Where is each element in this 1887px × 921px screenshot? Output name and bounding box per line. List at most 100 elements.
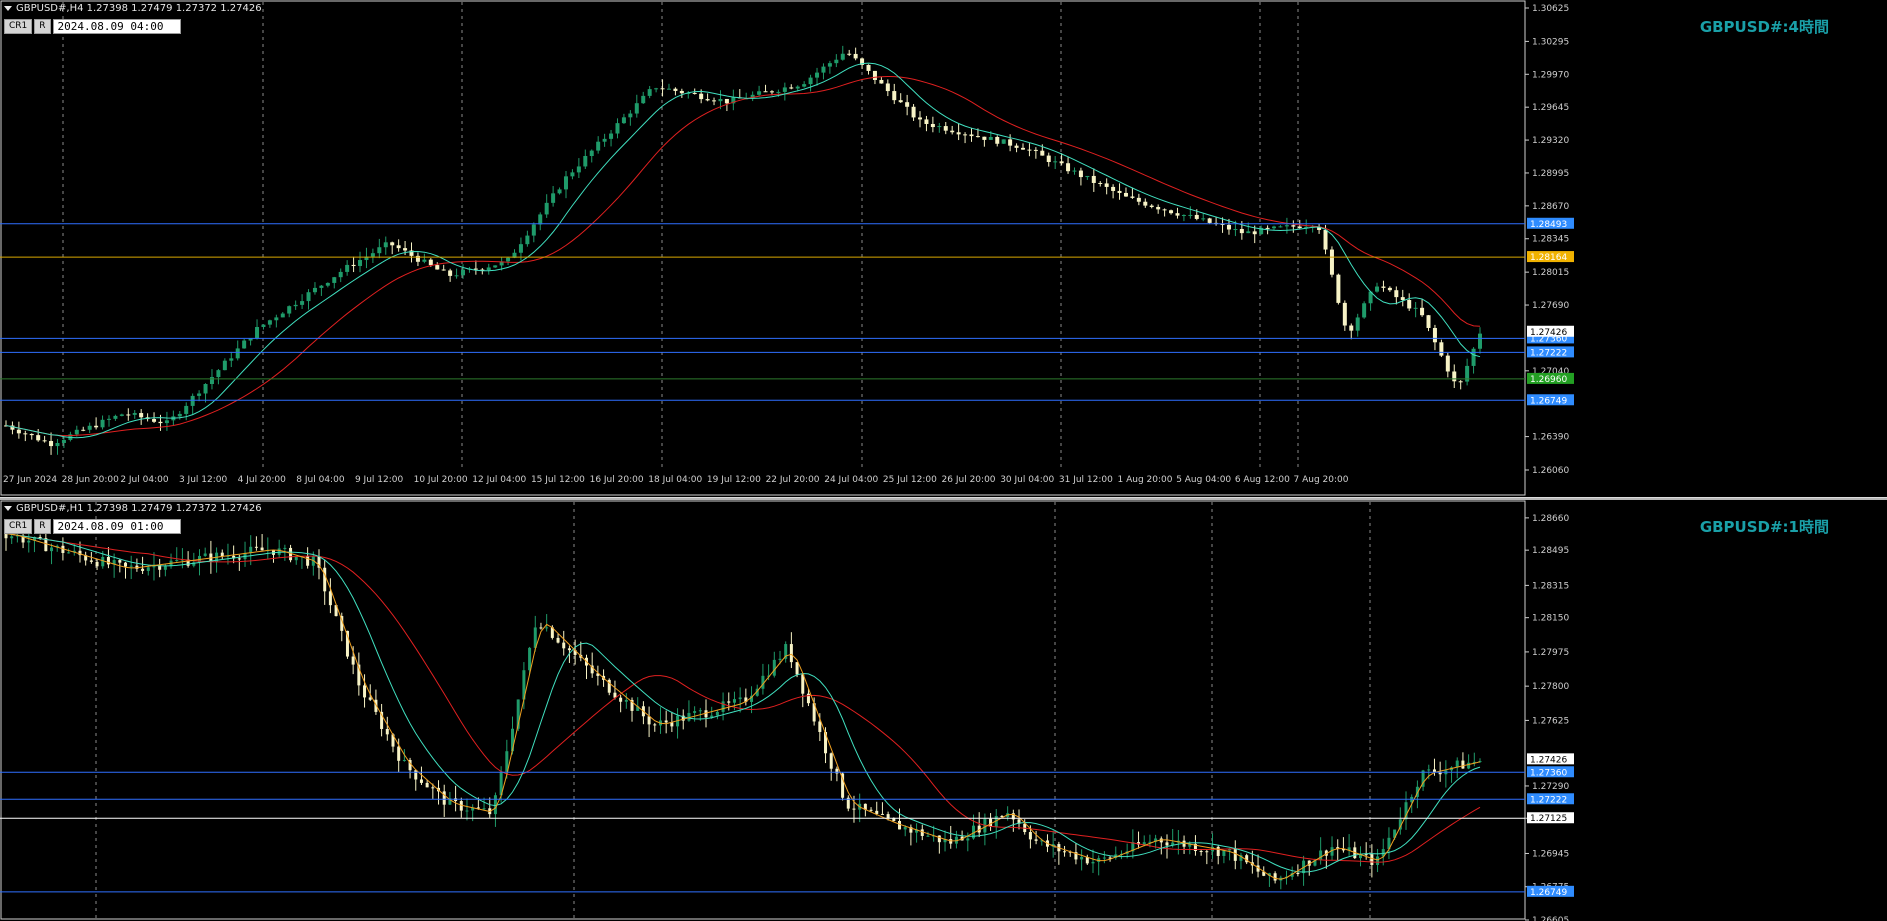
candle-body: [222, 360, 227, 371]
price-axis-label: 1.26605: [1532, 916, 1569, 921]
candle-body: [757, 91, 762, 95]
candle-body: [397, 746, 401, 761]
candle-body: [1426, 315, 1431, 328]
time-axis-label: 19 Jul 12:00: [707, 475, 761, 485]
candle-body: [441, 269, 446, 271]
candle-body: [1273, 873, 1277, 881]
candle-body: [937, 835, 941, 843]
candle-body: [283, 547, 287, 549]
candle-body: [1169, 210, 1174, 214]
h1-ohlc-text: GBPUSD#,H1 1.27398 1.27479 1.27372 1.274…: [16, 503, 262, 514]
candle-body: [840, 53, 845, 60]
candle-body: [1162, 209, 1167, 211]
price-level-tag-label: 1.26960: [1530, 375, 1567, 385]
time-box[interactable]: 2024.08.09 01:00: [52, 519, 181, 534]
candle-body: [403, 248, 408, 251]
candle-body: [1319, 850, 1323, 861]
candle-body: [1355, 317, 1360, 331]
candle-body: [772, 659, 776, 676]
time-axis-label: 2 Jul 04:00: [120, 475, 169, 485]
candle-body: [10, 536, 14, 539]
time-axis-label: 3 Jul 12:00: [179, 475, 228, 485]
candle-body: [1205, 851, 1209, 853]
candle-body: [653, 724, 657, 726]
h1-chart-header: GBPUSD#,H1 1.27398 1.27479 1.27372 1.274…: [4, 503, 262, 514]
h4-chart-canvas[interactable]: 1.30625 1.30295 1.29970 1.29645 1.29320 1.289…: [0, 0, 1887, 497]
candle-body: [1233, 848, 1237, 861]
candle-body: [815, 72, 820, 78]
candle-body: [1239, 229, 1244, 234]
candle-body: [158, 421, 163, 424]
dropdown-triangle-icon[interactable]: [4, 5, 12, 11]
candle-body: [1452, 371, 1457, 382]
candle-body: [1329, 249, 1334, 275]
candle-body: [1091, 861, 1095, 864]
time-axis-label: 15 Jul 12:00: [531, 475, 585, 485]
candle-body: [852, 808, 856, 810]
candle-body: [721, 701, 725, 712]
candle-body: [414, 770, 418, 780]
plot-border: [0, 500, 1526, 920]
price-axis-label: 1.29645: [1532, 103, 1569, 113]
cr1-tag[interactable]: CR1: [4, 519, 33, 534]
time-axis-label: 1 Aug 20:00: [1118, 475, 1173, 485]
price-axis-label: 1.26390: [1532, 433, 1569, 443]
candle-body: [769, 91, 774, 93]
candle-body: [1265, 227, 1270, 229]
candle-body: [789, 87, 794, 89]
candle-body: [886, 814, 890, 819]
cr1-tag[interactable]: CR1: [4, 19, 33, 34]
candle-body: [235, 348, 240, 359]
candle-body: [435, 265, 440, 270]
candle-body: [1478, 333, 1482, 349]
h1-chart-canvas[interactable]: 1.28660 1.28495 1.28315 1.28150 1.27975 1.278…: [0, 500, 1887, 921]
candle-body: [312, 287, 317, 293]
candle-body: [422, 259, 427, 262]
candle-body: [898, 820, 902, 830]
candle-body: [175, 560, 179, 562]
time-axis-label: 10 Jul 20:00: [414, 475, 468, 485]
candle-body: [368, 697, 372, 700]
candle-body: [94, 425, 99, 428]
candle-body: [1432, 327, 1437, 343]
candle-body: [875, 810, 879, 814]
price-axis-label: 1.28660: [1532, 514, 1569, 524]
time-axis-label: 26 Jul 20:00: [942, 475, 996, 485]
candle-body: [670, 722, 674, 727]
candle-body: [1296, 872, 1300, 874]
candle-body: [294, 556, 298, 561]
candle-body: [539, 627, 543, 629]
h1-tag-row: CR1 R 2024.08.09 01:00: [4, 519, 181, 534]
candle-body: [570, 172, 575, 177]
h1-symbol-title: GBPUSD#:1時間: [1699, 518, 1829, 536]
candle-body: [995, 137, 1000, 144]
candle-body: [687, 712, 691, 721]
candle-body: [100, 419, 105, 428]
candle-body: [1165, 842, 1169, 846]
candle-body: [1226, 224, 1231, 230]
h4-chart-panel[interactable]: 1.30625 1.30295 1.29970 1.29645 1.29320 1.289…: [0, 0, 1887, 497]
candle-body: [583, 156, 588, 167]
candle-body: [152, 419, 157, 422]
candle-body: [16, 429, 21, 434]
candle-body: [1098, 182, 1103, 184]
r-tag[interactable]: R: [34, 519, 51, 534]
candle-body: [776, 91, 781, 93]
candle-body: [1149, 205, 1154, 207]
candle-body: [1278, 226, 1283, 228]
dropdown-triangle-icon[interactable]: [4, 505, 12, 511]
h1-chart-panel[interactable]: 1.28660 1.28495 1.28315 1.28150 1.27975 1.278…: [0, 500, 1887, 921]
candle-body: [428, 259, 433, 266]
candle-body: [853, 53, 858, 59]
candle-body: [551, 193, 556, 203]
time-axis-label: 25 Jul 12:00: [883, 475, 937, 485]
candle-body: [557, 189, 562, 194]
candle-body: [220, 552, 224, 557]
r-tag[interactable]: R: [34, 19, 51, 34]
candle-body: [1001, 139, 1006, 144]
time-box[interactable]: 2024.08.09 04:00: [52, 19, 181, 34]
candle-body: [937, 126, 942, 128]
candle-body: [197, 393, 202, 396]
candle-body: [795, 86, 800, 89]
candle-body: [872, 70, 877, 80]
